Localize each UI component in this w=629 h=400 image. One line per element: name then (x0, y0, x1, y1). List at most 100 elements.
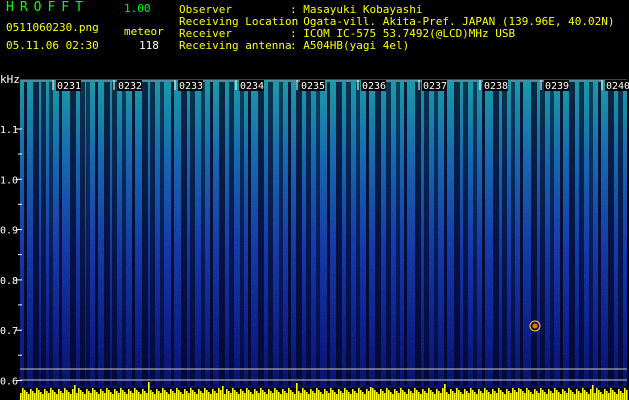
meteor-bar-segment (178, 390, 180, 400)
meteor-bar-segment (468, 393, 470, 400)
meteor-bar-segment (180, 392, 182, 400)
meteor-bar-segment (512, 388, 514, 400)
meteor-bar-segment (252, 394, 254, 400)
meteor-bar-segment (286, 393, 288, 400)
meteor-bar-segment (196, 394, 198, 400)
dropout-stripe (579, 82, 584, 386)
meteor-bar-segment (150, 390, 152, 400)
info-antenna-label: Receiving antenna (179, 39, 292, 52)
meteor-bar-segment (352, 389, 354, 400)
meteor-bar-segment (394, 389, 396, 400)
meteor-bar-segment (36, 388, 38, 400)
meteor-bar-segment (364, 394, 366, 400)
meteor-bar-segment (280, 394, 282, 400)
meteor-bar-segment (516, 392, 518, 400)
meteor-bar-segment (500, 390, 502, 400)
meteor-bar-segment (482, 393, 484, 400)
dropout-stripe (86, 82, 90, 386)
meteor-bar-segment (274, 388, 276, 400)
meteor-label: meteor (124, 25, 164, 38)
dropout-stripe (268, 82, 273, 386)
meteor-bar-segment (26, 392, 28, 400)
meteor-count: 118 (139, 39, 159, 52)
meteor-bar-segment (414, 388, 416, 400)
meteor-bar-segment (160, 393, 162, 400)
meteor-bar-segment (354, 391, 356, 400)
meteor-bar-segment (488, 392, 490, 400)
meteor-bar-segment (82, 392, 84, 400)
freq-tick-label: 0.9 (0, 226, 18, 237)
meteor-bar-segment (202, 393, 204, 400)
meteor-bar-segment (452, 391, 454, 400)
dropout-stripe (316, 82, 320, 386)
meteor-bar-segment (362, 392, 364, 400)
dropout-stripe (288, 82, 291, 386)
meteor-bar-segment (132, 393, 134, 400)
meteor-bar-segment (520, 389, 522, 400)
dropout-stripe (415, 82, 421, 386)
meteor-bar-segment (248, 390, 250, 400)
meteor-bar-segment (486, 390, 488, 400)
meteor-bar-segment (136, 390, 138, 400)
meteor-bar-segment (532, 394, 534, 400)
meteor-bar-segment (504, 394, 506, 400)
meteor-bar-segment (90, 393, 92, 400)
meteor-bar-segment (268, 389, 270, 400)
meteor-bar-segment (250, 392, 252, 400)
meteor-bar-segment (566, 393, 568, 400)
dropout-stripe (356, 82, 360, 386)
meteor-bar-segment (544, 392, 546, 400)
time-tick-label: 0233 (179, 81, 203, 92)
dropout-stripe (386, 82, 391, 386)
dropout-stripe (160, 82, 164, 386)
freq-tick-label: 0.8 (0, 276, 18, 287)
dropout-stripe (375, 82, 381, 386)
meteor-bar-segment (320, 392, 322, 400)
meteor-bar-segment (106, 388, 108, 400)
meteor-bar-segment (288, 388, 290, 400)
dropout-stripe (258, 82, 264, 386)
meteor-bar-segment (528, 390, 530, 400)
dropout-stripe (336, 82, 342, 386)
meteor-bar-segment (422, 389, 424, 400)
dropout-stripe (112, 82, 117, 386)
meteor-bar-segment (440, 393, 442, 400)
meteor-bar-segment (222, 386, 224, 400)
meteor-bar-segment (572, 392, 574, 400)
dropout-stripe (346, 82, 351, 386)
meteor-bar-segment (212, 389, 214, 400)
meteor-bar-segment (296, 383, 298, 400)
meteor-echo (532, 323, 538, 329)
dropout-stripe (404, 82, 407, 386)
meteor-bar-segment (462, 394, 464, 400)
meteor-bar-segment (40, 392, 42, 400)
meteor-bar-segment (570, 390, 572, 400)
meteor-bar-segment (430, 390, 432, 400)
meteor-bar-segment (448, 394, 450, 400)
meteor-bar-segment (490, 394, 492, 400)
meteor-bar-segment (510, 393, 512, 400)
dropout-stripe (70, 82, 76, 386)
meteor-bar-segment (438, 391, 440, 400)
meteor-bar-segment (46, 391, 48, 400)
meteor-bar-segment (432, 392, 434, 400)
meteor-bar-segment (68, 392, 70, 400)
meteor-bar-segment (310, 389, 312, 400)
meteor-bar-segment (596, 388, 598, 400)
meteor-bar-segment (110, 392, 112, 400)
dropout-stripe (463, 82, 468, 386)
meteor-bar-segment (456, 388, 458, 400)
meteor-bar-segment (626, 390, 628, 400)
meteor-bar-segment (96, 392, 98, 400)
meteor-bar-segment (242, 391, 244, 400)
meteor-bar-segment (126, 394, 128, 400)
time-tick-label: 0234 (240, 81, 264, 92)
meteor-bar-segment (88, 391, 90, 400)
meteor-bar-segment (116, 391, 118, 400)
meteor-bar-segment (574, 394, 576, 400)
meteor-bar-segment (492, 389, 494, 400)
meteor-bar-segment (564, 391, 566, 400)
meteor-bar-segment (144, 391, 146, 400)
meteor-bar-segment (548, 389, 550, 400)
meteor-bar-segment (546, 394, 548, 400)
